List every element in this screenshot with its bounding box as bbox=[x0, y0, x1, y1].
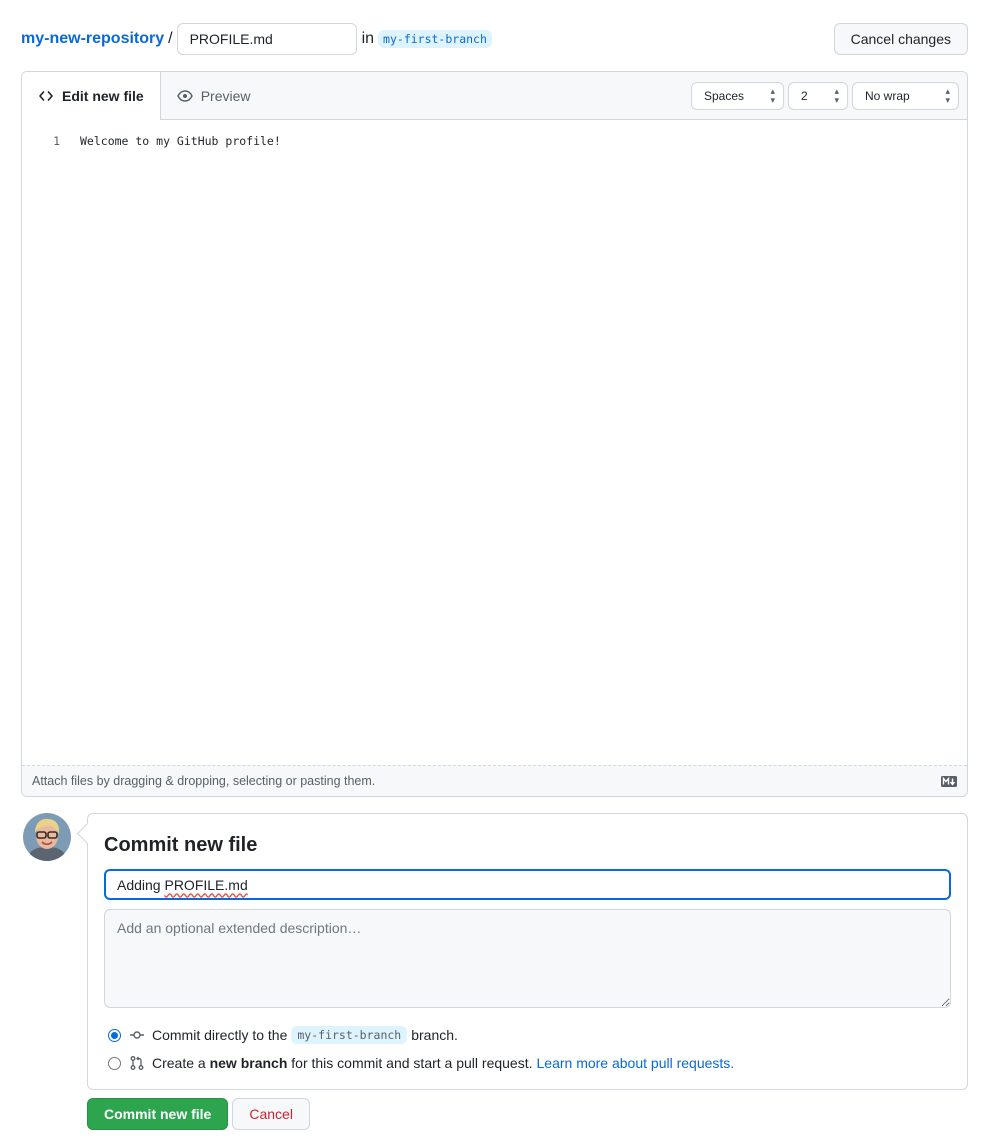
branch-badge: my-first-branch bbox=[291, 1026, 408, 1044]
file-editor: Edit new file Preview Spaces ▴ ▾ 2 ▴ ▾ No … bbox=[21, 71, 968, 797]
commit-summary-input[interactable]: Adding PROFILE.md bbox=[104, 869, 951, 900]
summary-filename: PROFILE.md bbox=[164, 876, 248, 893]
attach-files-text: Attach files by dragging & dropping, sel… bbox=[32, 774, 376, 788]
code-line: 1 Welcome to my GitHub profile! bbox=[22, 132, 967, 150]
markdown-icon bbox=[941, 775, 957, 787]
option-text: Commit directly to the bbox=[152, 1027, 288, 1043]
learn-more-pull-requests-link[interactable]: Learn more about pull requests. bbox=[537, 1055, 735, 1071]
code-icon bbox=[38, 88, 54, 104]
editor-toolbar: Edit new file Preview Spaces ▴ ▾ 2 ▴ ▾ No … bbox=[22, 72, 967, 120]
repo-link[interactable]: my-new-repository bbox=[21, 30, 164, 48]
wrap-mode-select[interactable]: No wrap ▴ ▾ bbox=[852, 81, 959, 110]
wrap-mode-value: No wrap bbox=[865, 88, 910, 103]
indent-size-select[interactable]: 2 ▴ ▾ bbox=[788, 81, 848, 110]
indent-mode-select[interactable]: Spaces ▴ ▾ bbox=[691, 81, 784, 110]
commit-title: Commit new file bbox=[104, 834, 258, 856]
editor-options: Spaces ▴ ▾ 2 ▴ ▾ No wrap ▴ ▾ bbox=[691, 72, 967, 119]
select-arrows-icon: ▴ ▾ bbox=[834, 85, 839, 105]
commit-new-branch-radio[interactable] bbox=[108, 1056, 121, 1070]
cancel-button[interactable]: Cancel bbox=[232, 1098, 310, 1130]
tab-label: Edit new file bbox=[62, 88, 144, 104]
avatar bbox=[23, 813, 71, 861]
cancel-changes-button[interactable]: Cancel changes bbox=[833, 23, 968, 55]
git-pull-request-icon bbox=[129, 1055, 145, 1071]
line-text: Welcome to my GitHub profile! bbox=[80, 134, 281, 148]
indent-mode-value: Spaces bbox=[704, 88, 745, 103]
line-number: 1 bbox=[53, 134, 60, 148]
option-text: branch. bbox=[411, 1027, 458, 1043]
commit-direct-radio[interactable] bbox=[108, 1028, 121, 1042]
commit-description-input[interactable] bbox=[104, 909, 951, 1008]
select-arrows-icon: ▴ ▾ bbox=[945, 85, 950, 105]
tab-edit-new-file[interactable]: Edit new file bbox=[22, 72, 161, 120]
option-text-bold: new branch bbox=[209, 1055, 288, 1071]
commit-direct-option[interactable]: Commit directly to the my-first-branch b… bbox=[108, 1026, 458, 1044]
commit-new-file-button[interactable]: Commit new file bbox=[87, 1098, 229, 1130]
code-area[interactable]: 1 Welcome to my GitHub profile! bbox=[22, 120, 967, 766]
summary-text: Adding bbox=[117, 876, 165, 893]
select-arrows-icon: ▴ ▾ bbox=[770, 85, 775, 105]
tab-preview[interactable]: Preview bbox=[161, 72, 267, 119]
commit-form: Commit new file Adding PROFILE.md Commit… bbox=[87, 813, 968, 1090]
option-text: Create a bbox=[152, 1055, 206, 1071]
commit-actions: Commit new file Cancel bbox=[87, 1098, 310, 1130]
eye-icon bbox=[176, 88, 193, 104]
attach-files-bar[interactable]: Attach files by dragging & dropping, sel… bbox=[22, 765, 967, 796]
option-text: for this commit and start a pull request… bbox=[291, 1055, 533, 1071]
commit-new-branch-option[interactable]: Create a new branch for this commit and … bbox=[108, 1055, 734, 1071]
file-path-bar: my-new-repository / in my-first-branch C… bbox=[21, 23, 968, 55]
in-label: in bbox=[361, 30, 375, 47]
path-separator: / bbox=[168, 30, 173, 47]
tab-label: Preview bbox=[200, 87, 251, 104]
branch-badge: my-first-branch bbox=[378, 30, 492, 48]
indent-size-value: 2 bbox=[801, 88, 808, 103]
filename-input[interactable] bbox=[176, 23, 357, 55]
git-commit-icon bbox=[129, 1027, 145, 1043]
